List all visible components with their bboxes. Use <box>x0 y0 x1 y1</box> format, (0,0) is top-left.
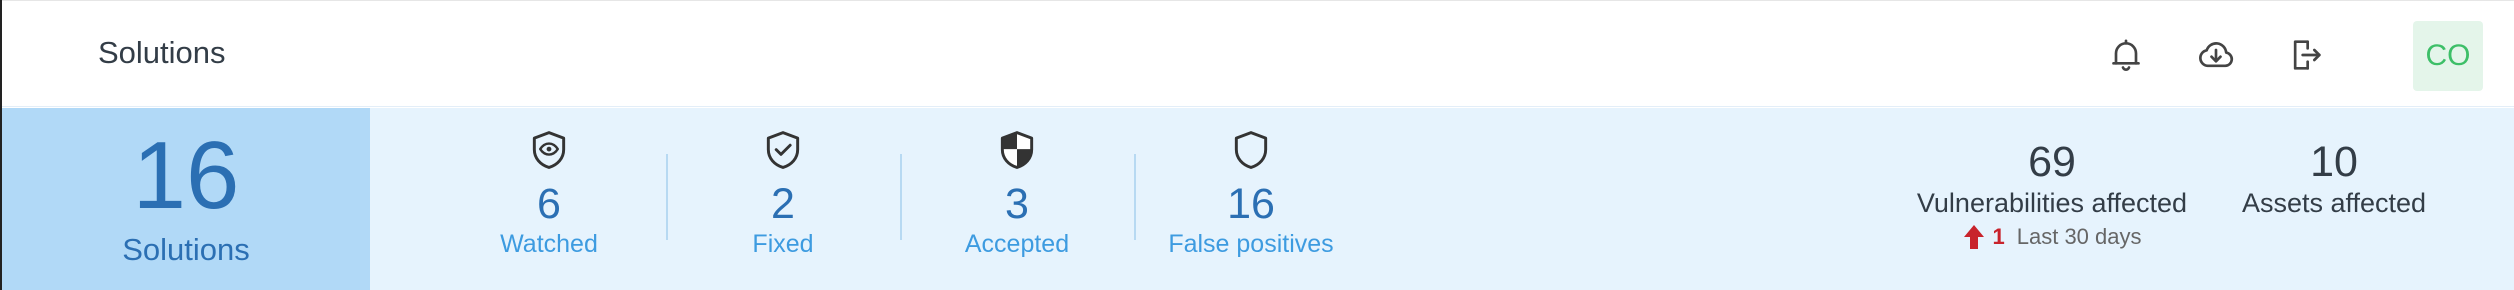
total-solutions-value: 16 <box>132 122 240 229</box>
trend-value: 1 <box>1992 224 2005 249</box>
cloud-download-icon[interactable] <box>2192 31 2240 79</box>
divider <box>666 154 668 240</box>
arrow-up-icon <box>1963 225 1984 249</box>
top-bar: Solutions CO <box>2 0 2514 107</box>
false-positives-label: False positives <box>1168 230 1334 258</box>
vulnerabilities-affected[interactable]: 69 Vulnerabilities affected 1 Last 30 da… <box>1892 138 2212 250</box>
divider <box>900 154 902 240</box>
accepted-count: 3 <box>1005 180 1029 228</box>
total-solutions-label: Solutions <box>122 232 250 267</box>
shield-half-icon <box>995 128 1039 172</box>
avatar[interactable]: CO <box>2413 21 2483 91</box>
divider <box>1134 154 1136 240</box>
vulnerabilities-count: 69 <box>2028 138 2076 186</box>
status-watched[interactable]: 6 Watched <box>439 128 659 259</box>
bell-icon[interactable] <box>2102 31 2150 79</box>
shield-eye-icon <box>527 128 571 172</box>
false-positives-count: 16 <box>1227 180 1275 228</box>
fixed-count: 2 <box>771 180 795 228</box>
summary-bar: 16 Solutions 6 Watched 2 Fixed 3 Accepte… <box>2 108 2514 290</box>
shield-outline-icon <box>1229 128 1273 172</box>
status-accepted[interactable]: 3 Accepted <box>907 128 1127 259</box>
accepted-label: Accepted <box>964 230 1070 258</box>
assets-count: 10 <box>2310 138 2358 186</box>
vulnerabilities-trend: 1 Last 30 days <box>1963 224 2142 250</box>
total-solutions-card[interactable]: 16 Solutions <box>2 108 370 290</box>
status-false-positives[interactable]: 16 False positives <box>1141 128 1361 259</box>
trend-period: Last 30 days <box>2016 224 2142 249</box>
assets-label: Assets affected <box>2241 188 2427 218</box>
watched-count: 6 <box>537 180 561 228</box>
fixed-label: Fixed <box>752 230 814 258</box>
logout-icon[interactable] <box>2282 31 2330 79</box>
watched-label: Watched <box>500 230 598 258</box>
avatar-initials: CO <box>2425 39 2471 72</box>
assets-affected[interactable]: 10 Assets affected <box>2224 138 2444 219</box>
status-fixed[interactable]: 2 Fixed <box>673 128 893 259</box>
vulnerabilities-label: Vulnerabilities affected <box>1916 188 2188 218</box>
shield-check-icon <box>761 128 805 172</box>
page-title: Solutions <box>98 35 226 70</box>
